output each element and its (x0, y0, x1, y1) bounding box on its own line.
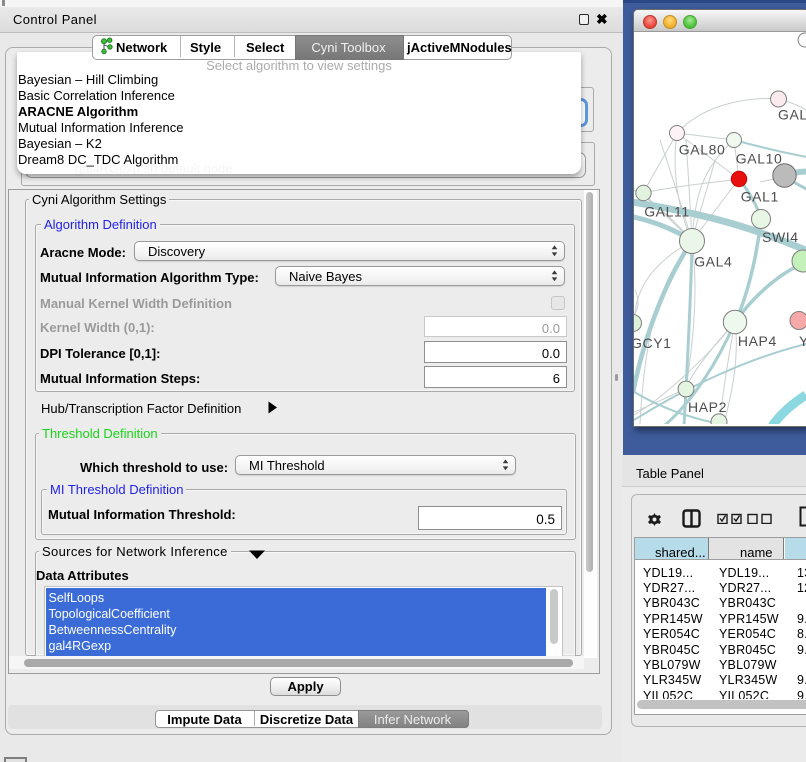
svg-text:GAL80: GAL80 (679, 141, 726, 157)
svg-text:HAP2: HAP2 (688, 399, 727, 415)
svg-text:GAL4: GAL4 (694, 253, 732, 269)
svg-text:HAP4: HAP4 (738, 333, 777, 349)
svg-text:GAL1: GAL1 (741, 188, 779, 204)
svg-text:Y: Y (799, 333, 806, 349)
svg-text:GAL11: GAL11 (644, 203, 690, 219)
svg-text:GAL10: GAL10 (736, 150, 783, 166)
svg-text:GCY1: GCY1 (634, 335, 672, 351)
svg-text:SWI4: SWI4 (762, 229, 799, 245)
svg-text:GAL7: GAL7 (778, 107, 806, 123)
